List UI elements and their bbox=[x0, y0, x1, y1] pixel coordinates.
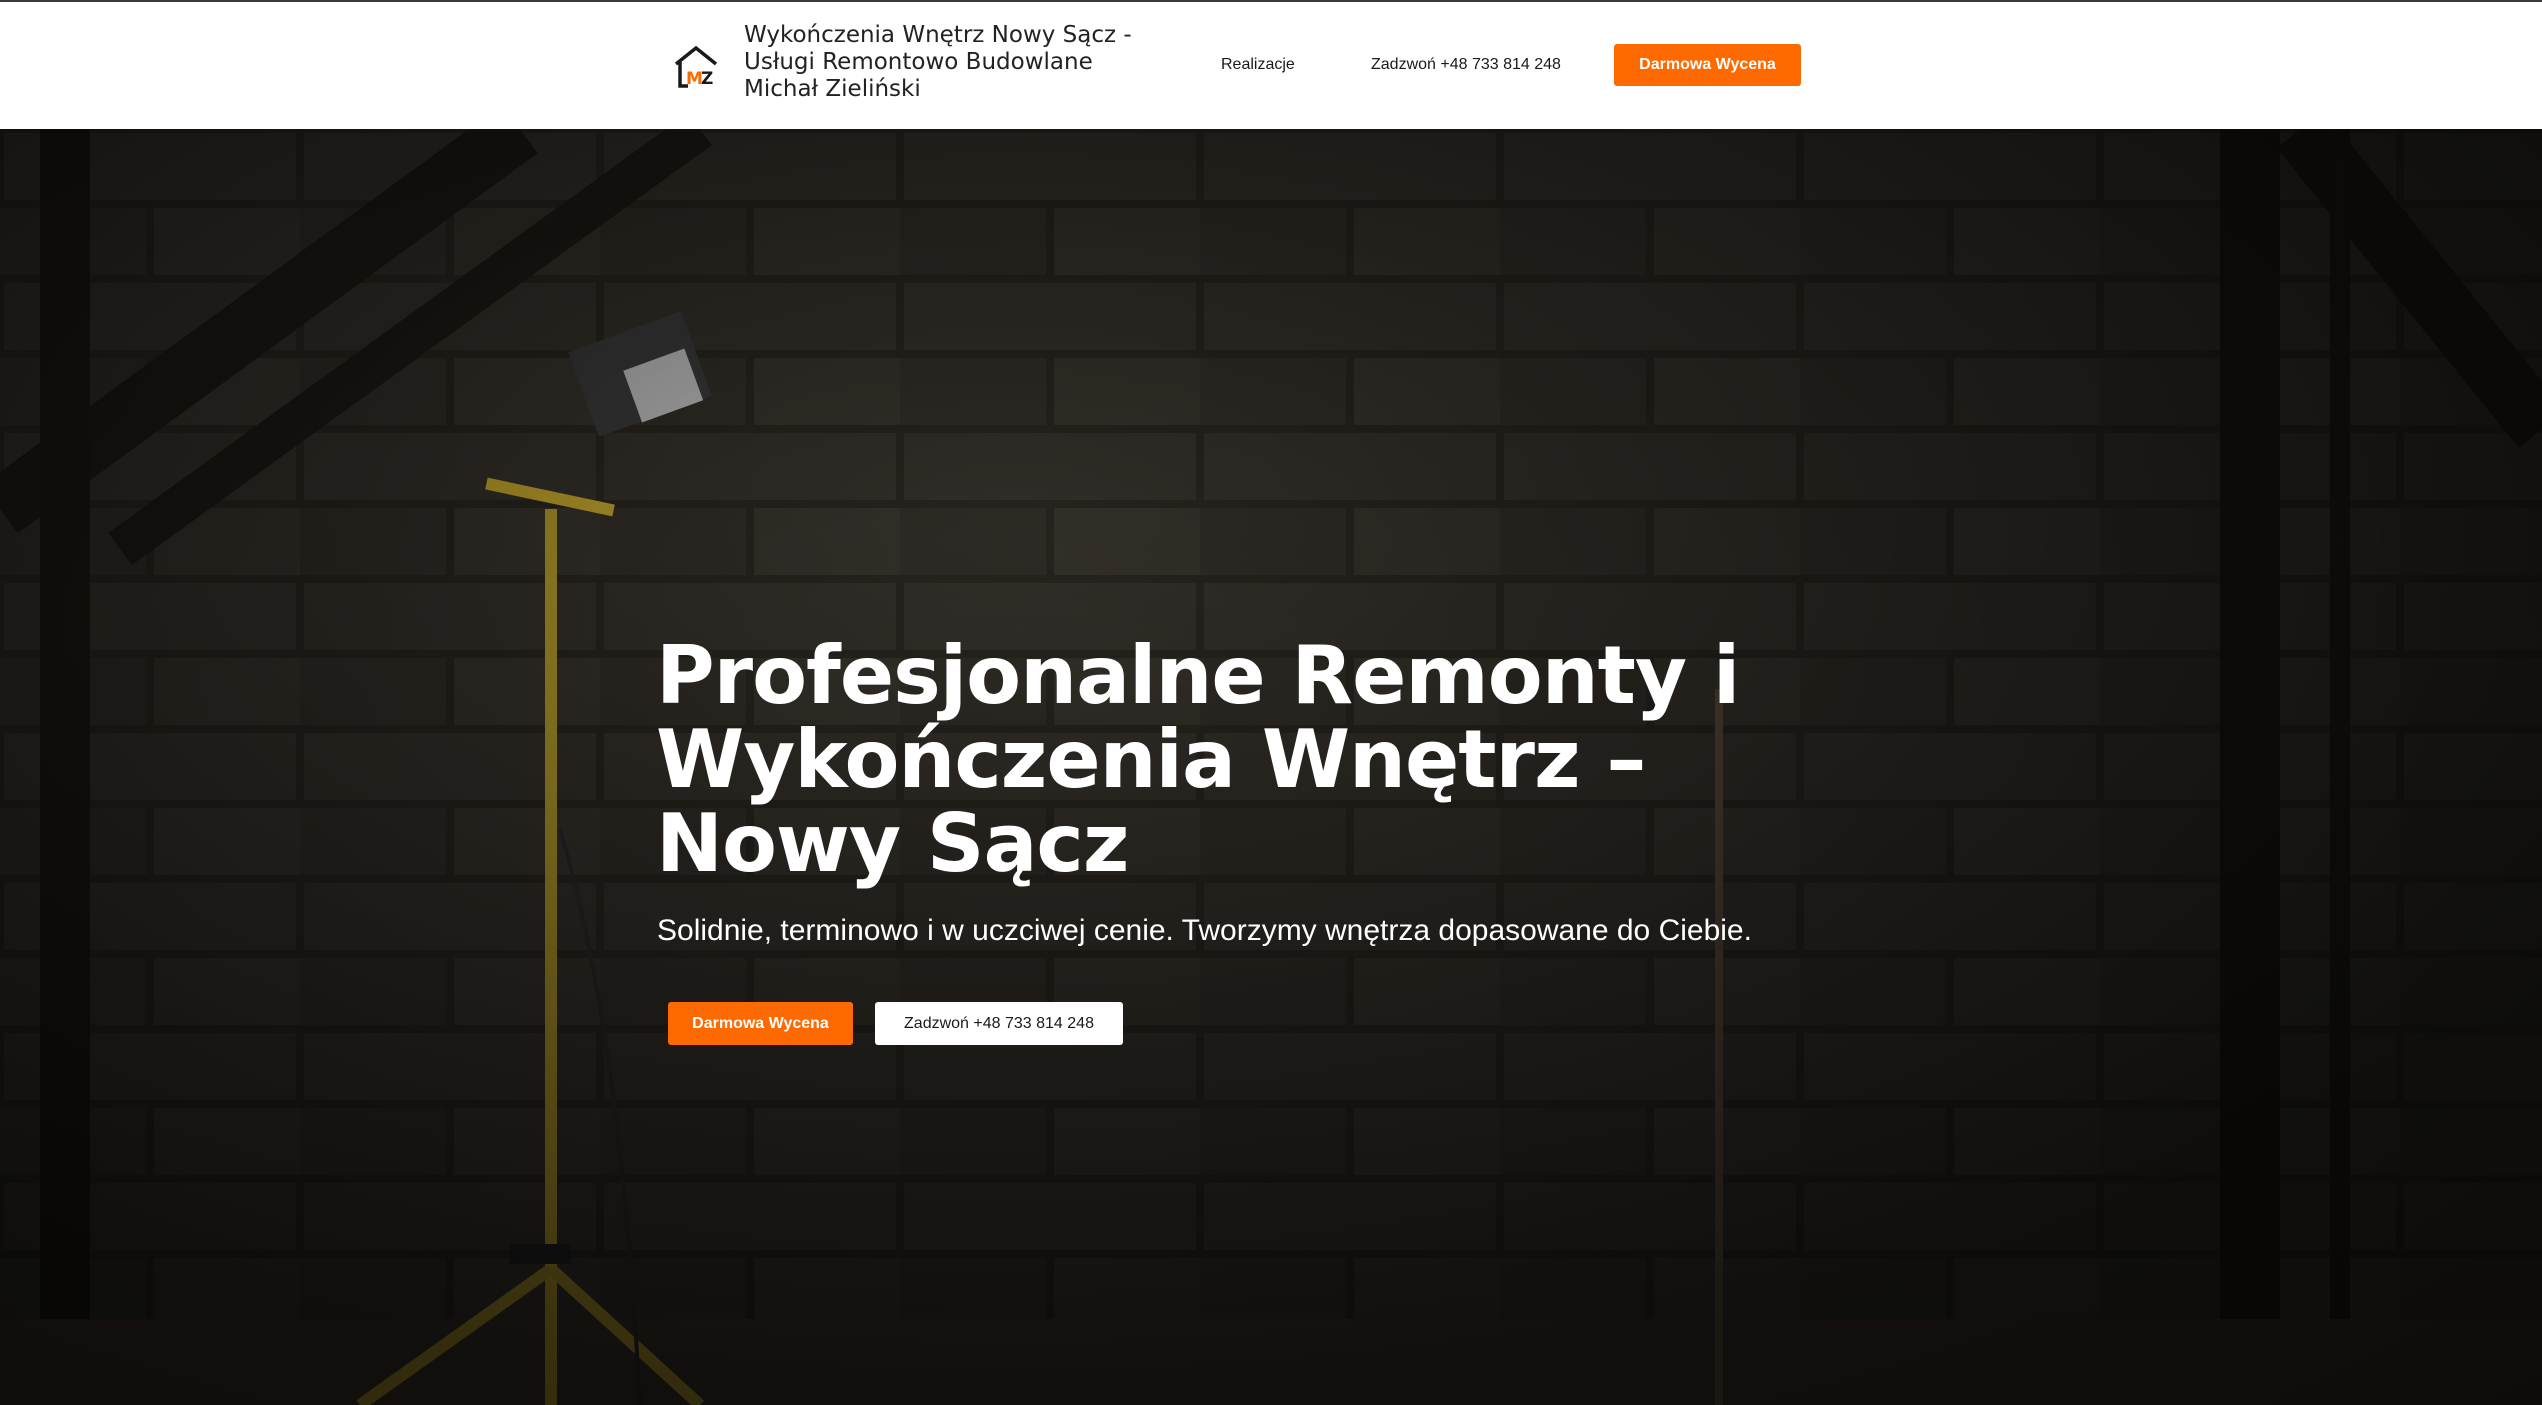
house-mz-logo-icon[interactable]: M Z bbox=[672, 42, 720, 90]
brand-title[interactable]: Wykończenia Wnętrz Nowy Sącz - Usługi Re… bbox=[744, 22, 1164, 103]
svg-text:Z: Z bbox=[701, 69, 713, 89]
nav-phone-link[interactable]: Zadzwoń +48 733 814 248 bbox=[1371, 56, 1561, 74]
hero-headline: Profesjonalne Remonty i Wykończenia Wnęt… bbox=[656, 629, 1740, 890]
site-header: M Z Wykończenia Wnętrz Nowy Sącz - Usług… bbox=[0, 2, 2542, 129]
header-free-quote-button[interactable]: Darmowa Wycena bbox=[1614, 44, 1801, 86]
hero-section: Profesjonalne Remonty i Wykończenia Wnęt… bbox=[0, 129, 2542, 1405]
nav-realizacje[interactable]: Realizacje bbox=[1221, 56, 1295, 74]
hero-subheadline: Solidnie, terminowo i w uczciwej cenie. … bbox=[657, 914, 1752, 947]
hero-call-button[interactable]: Zadzwoń +48 733 814 248 bbox=[875, 1002, 1123, 1045]
hero-free-quote-button[interactable]: Darmowa Wycena bbox=[668, 1002, 853, 1045]
